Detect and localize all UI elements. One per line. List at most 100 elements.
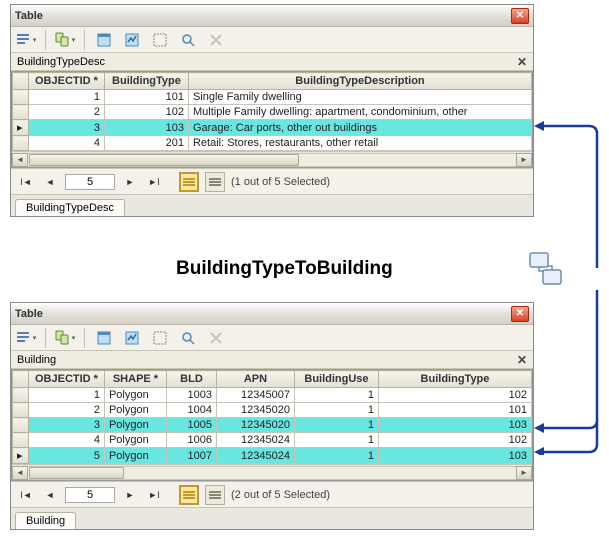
subtitle-close-icon[interactable]: ✕ — [517, 353, 527, 367]
subtitle-close-icon[interactable]: ✕ — [517, 55, 527, 69]
row-header[interactable] — [13, 388, 29, 403]
cell[interactable]: Polygon — [104, 403, 166, 418]
cell[interactable]: 3 — [29, 418, 105, 433]
cell[interactable]: Multiple Family dwelling: apartment, con… — [188, 105, 531, 120]
cell[interactable]: Polygon — [104, 448, 166, 464]
table-tab[interactable]: Building — [15, 512, 76, 529]
last-record-icon[interactable]: ►I — [145, 486, 163, 504]
next-record-icon[interactable]: ► — [121, 173, 139, 191]
select-by-attr-icon[interactable] — [93, 327, 115, 349]
table-row[interactable]: 1101Single Family dwelling — [13, 90, 532, 105]
first-record-icon[interactable]: I◄ — [17, 486, 35, 504]
row-header[interactable] — [13, 418, 29, 433]
clear-selection-icon[interactable] — [149, 29, 171, 51]
row-header[interactable] — [13, 433, 29, 448]
cell[interactable]: Polygon — [104, 418, 166, 433]
cell[interactable]: 1 — [29, 388, 105, 403]
cell[interactable]: 5 — [29, 448, 105, 464]
zoom-selection-icon[interactable] — [177, 29, 199, 51]
cell[interactable]: 12345007 — [216, 388, 294, 403]
row-header[interactable]: ▸ — [13, 448, 29, 464]
delete-icon[interactable] — [205, 327, 227, 349]
cell[interactable]: 103 — [378, 418, 531, 433]
cell[interactable]: 1007 — [166, 448, 216, 464]
cell[interactable]: 1 — [294, 418, 378, 433]
cell[interactable]: Garage: Car ports, other out buildings — [188, 120, 531, 136]
cell[interactable]: Polygon — [104, 388, 166, 403]
table-row[interactable]: 2Polygon1004123450201101 — [13, 403, 532, 418]
row-header[interactable] — [13, 105, 29, 120]
col-shape[interactable]: SHAPE * — [104, 371, 166, 388]
cell[interactable]: Single Family dwelling — [188, 90, 531, 105]
record-number-input[interactable]: 5 — [65, 174, 115, 190]
table-row[interactable]: 4201Retail: Stores, restaurants, other r… — [13, 136, 532, 151]
table-row[interactable]: ▸3103Garage: Car ports, other out buildi… — [13, 120, 532, 136]
cell[interactable]: 4 — [29, 136, 105, 151]
table-row[interactable]: 1Polygon1003123450071102 — [13, 388, 532, 403]
cell[interactable]: 3 — [29, 120, 105, 136]
data-grid[interactable]: OBJECTID * SHAPE * BLD APN BuildingUse B… — [12, 370, 532, 464]
last-record-icon[interactable]: ►I — [145, 173, 163, 191]
cell[interactable]: 102 — [378, 433, 531, 448]
cell[interactable]: 201 — [104, 136, 188, 151]
cell[interactable]: 4 — [29, 433, 105, 448]
cell[interactable]: 12345020 — [216, 418, 294, 433]
cell[interactable]: 102 — [104, 105, 188, 120]
h-scrollbar[interactable]: ◄ ► — [12, 464, 532, 480]
col-objectid[interactable]: OBJECTID * — [29, 371, 105, 388]
switch-selection-icon[interactable] — [121, 29, 143, 51]
delete-icon[interactable] — [205, 29, 227, 51]
scroll-right-icon[interactable]: ► — [516, 153, 532, 167]
scroll-left-icon[interactable]: ◄ — [12, 466, 28, 480]
row-header[interactable] — [13, 90, 29, 105]
col-buildingtype[interactable]: BuildingType — [378, 371, 531, 388]
row-header[interactable]: ▸ — [13, 120, 29, 136]
cell[interactable]: Retail: Stores, restaurants, other retai… — [188, 136, 531, 151]
row-header[interactable] — [13, 136, 29, 151]
col-description[interactable]: BuildingTypeDescription — [188, 73, 531, 90]
table-row[interactable]: 2102Multiple Family dwelling: apartment,… — [13, 105, 532, 120]
col-objectid[interactable]: OBJECTID * — [29, 73, 105, 90]
prev-record-icon[interactable]: ◄ — [41, 486, 59, 504]
cell[interactable]: 2 — [29, 105, 105, 120]
related-tables-icon[interactable]: ▾ — [54, 327, 76, 349]
table-row[interactable]: 4Polygon1006123450241102 — [13, 433, 532, 448]
cell[interactable]: 1 — [29, 90, 105, 105]
cell[interactable]: 1 — [294, 433, 378, 448]
select-by-attr-icon[interactable] — [93, 29, 115, 51]
cell[interactable]: 1004 — [166, 403, 216, 418]
table-row[interactable]: ▸5Polygon1007123450241103 — [13, 448, 532, 464]
cell[interactable]: 101 — [378, 403, 531, 418]
prev-record-icon[interactable]: ◄ — [41, 173, 59, 191]
scroll-right-icon[interactable]: ► — [516, 466, 532, 480]
cell[interactable]: 12345024 — [216, 433, 294, 448]
related-tables-icon[interactable]: ▾ — [54, 29, 76, 51]
cell[interactable]: 1005 — [166, 418, 216, 433]
h-scrollbar[interactable]: ◄ ► — [12, 151, 532, 167]
col-buildinguse[interactable]: BuildingUse — [294, 371, 378, 388]
cell[interactable]: 1 — [294, 448, 378, 464]
cell[interactable]: 103 — [378, 448, 531, 464]
col-buildingtype[interactable]: BuildingType — [104, 73, 188, 90]
record-number-input[interactable]: 5 — [65, 487, 115, 503]
title-bar[interactable]: Table ✕ — [11, 5, 533, 27]
options-menu-icon[interactable]: ▾ — [15, 29, 37, 51]
show-selected-toggle[interactable] — [205, 172, 225, 192]
cell[interactable]: 1006 — [166, 433, 216, 448]
close-icon[interactable]: ✕ — [511, 306, 529, 322]
cell[interactable]: 2 — [29, 403, 105, 418]
options-menu-icon[interactable]: ▾ — [15, 327, 37, 349]
col-apn[interactable]: APN — [216, 371, 294, 388]
cell[interactable]: Polygon — [104, 433, 166, 448]
close-icon[interactable]: ✕ — [511, 8, 529, 24]
data-grid[interactable]: OBJECTID * BuildingType BuildingTypeDesc… — [12, 72, 532, 151]
table-row[interactable]: 3Polygon1005123450201103 — [13, 418, 532, 433]
next-record-icon[interactable]: ► — [121, 486, 139, 504]
cell[interactable]: 102 — [378, 388, 531, 403]
cell[interactable]: 1 — [294, 388, 378, 403]
cell[interactable]: 101 — [104, 90, 188, 105]
cell[interactable]: 12345020 — [216, 403, 294, 418]
row-header[interactable] — [13, 403, 29, 418]
cell[interactable]: 12345024 — [216, 448, 294, 464]
cell[interactable]: 1003 — [166, 388, 216, 403]
